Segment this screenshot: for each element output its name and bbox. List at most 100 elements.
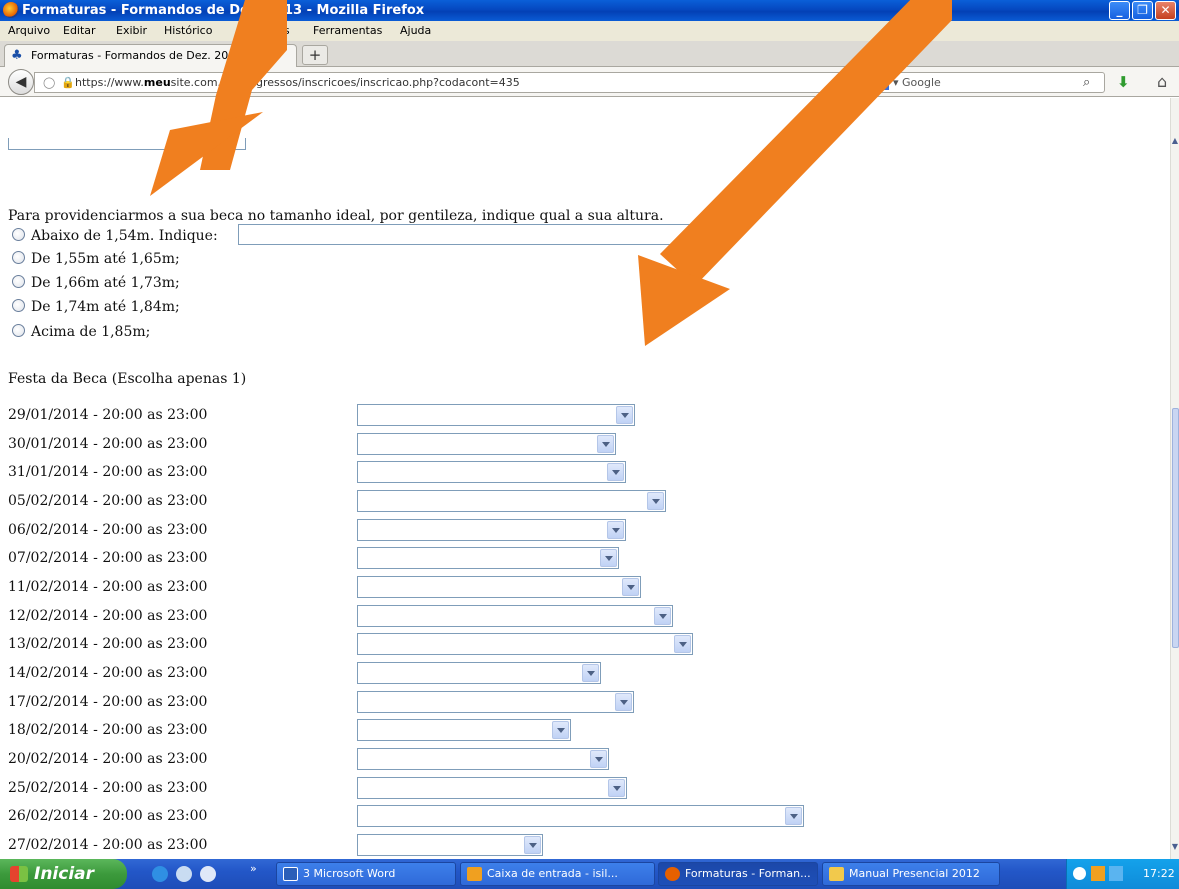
date-select[interactable] — [357, 519, 626, 541]
date-select[interactable] — [357, 404, 635, 426]
date-label: 27/02/2014 - 20:00 as 23:00 — [8, 837, 208, 853]
firefox-icon — [3, 2, 19, 18]
magnifier-icon[interactable]: ⌕ — [1083, 73, 1090, 92]
google-icon[interactable]: 8 — [874, 75, 889, 90]
navigation-bar: ◯ 🔒 https://www.meusite.com.br/congresso… — [0, 67, 1179, 97]
menu-exibir[interactable]: Exibir — [116, 21, 147, 41]
dropdown-arrow-icon[interactable] — [590, 750, 607, 768]
menu-historico[interactable]: Histórico — [164, 21, 212, 41]
home-icon[interactable]: ⌂ — [1157, 72, 1167, 91]
menu-editar[interactable]: Editar — [63, 21, 96, 41]
tab-formaturas[interactable]: ♣ Formaturas - Formandos de Dez. 2013 — [4, 44, 297, 68]
height-input[interactable] — [238, 224, 728, 245]
height-option-2[interactable]: De 1,55m até 1,65m; — [12, 251, 180, 271]
date-select[interactable] — [357, 691, 634, 713]
dropdown-arrow-icon[interactable] — [654, 607, 671, 625]
task-folder[interactable]: Manual Presencial 2012 — [822, 862, 1000, 886]
date-label: 14/02/2014 - 20:00 as 23:00 — [8, 665, 208, 681]
date-label: 29/01/2014 - 20:00 as 23:00 — [8, 407, 208, 423]
menu-arquivo[interactable]: Arquivo — [8, 21, 50, 41]
close-button[interactable]: ✕ — [1155, 1, 1176, 20]
date-select[interactable] — [357, 805, 804, 827]
height-option-5[interactable]: Acima de 1,85m; — [12, 324, 150, 344]
dropdown-arrow-icon[interactable] — [582, 664, 599, 682]
date-select[interactable] — [357, 719, 571, 741]
date-label: 30/01/2014 - 20:00 as 23:00 — [8, 436, 208, 452]
menu-bar: Arquivo Editar Exibir Histórico Favorito… — [0, 21, 1179, 41]
date-select[interactable] — [357, 748, 609, 770]
dropdown-arrow-icon[interactable] — [607, 463, 624, 481]
dropdown-arrow-icon[interactable] — [647, 492, 664, 510]
option-label: De 1,66m até 1,73m; — [31, 275, 180, 291]
height-option-3[interactable]: De 1,66m até 1,73m; — [12, 275, 180, 295]
url-bar[interactable]: ◯ 🔒 https://www.meusite.com.br/congresso… — [34, 72, 854, 93]
window-title: Formaturas - Formandos de Dez. 2013 - Mo… — [22, 3, 425, 18]
dropdown-arrow-icon[interactable] — [615, 693, 632, 711]
dropdown-arrow-icon[interactable] — [552, 721, 569, 739]
dropdown-arrow-icon[interactable] — [674, 635, 691, 653]
partial-text-field[interactable] — [8, 138, 246, 150]
date-select[interactable] — [357, 547, 619, 569]
radio-button[interactable] — [12, 275, 25, 288]
date-select[interactable] — [357, 576, 641, 598]
date-label: 06/02/2014 - 20:00 as 23:00 — [8, 522, 208, 538]
page-content: Para providenciarmos a sua beca no taman… — [0, 98, 1170, 859]
radio-button[interactable] — [12, 299, 25, 312]
word-icon — [283, 867, 298, 881]
back-button[interactable]: ◀ — [8, 69, 34, 95]
download-icon[interactable]: ⬇ — [1117, 73, 1130, 91]
date-select[interactable] — [357, 490, 666, 512]
tray-network-icon[interactable] — [1109, 866, 1123, 881]
date-label: 25/02/2014 - 20:00 as 23:00 — [8, 780, 208, 796]
height-option-1[interactable]: Abaixo de 1,54m. Indique: — [12, 228, 218, 248]
option-label: Acima de 1,85m; — [31, 324, 151, 340]
radio-button[interactable] — [12, 228, 25, 241]
quicklaunch-more[interactable]: » — [250, 862, 257, 875]
minimize-button[interactable]: _ — [1109, 1, 1130, 20]
date-select[interactable] — [357, 633, 693, 655]
radio-button[interactable] — [12, 251, 25, 264]
dropdown-arrow-icon[interactable] — [616, 406, 633, 424]
date-label: 18/02/2014 - 20:00 as 23:00 — [8, 722, 208, 738]
url-rest: site.com.br/congressos/inscricoes/inscri… — [170, 76, 520, 89]
date-select[interactable] — [357, 777, 627, 799]
search-bar[interactable]: 8 ▾ Google ⌕ — [870, 72, 1105, 93]
height-question: Para providenciarmos a sua beca no taman… — [8, 208, 664, 224]
scroll-up-icon[interactable]: ▲ — [1171, 136, 1179, 150]
menu-ajuda[interactable]: Ajuda — [400, 21, 431, 41]
ie-quicklaunch-icon[interactable] — [152, 866, 168, 882]
task-firefox[interactable]: Formaturas - Forman... — [658, 862, 818, 886]
date-select[interactable] — [357, 834, 543, 856]
menu-favoritos[interactable]: Favoritos — [240, 21, 290, 41]
date-select[interactable] — [357, 461, 626, 483]
tray-arrow-icon[interactable] — [1073, 867, 1086, 880]
tray-outlook-icon[interactable] — [1091, 866, 1105, 881]
scroll-thumb[interactable] — [1172, 408, 1179, 648]
date-select[interactable] — [357, 433, 616, 455]
dropdown-arrow-icon[interactable] — [597, 435, 614, 453]
dropdown-arrow-icon[interactable] — [607, 521, 624, 539]
new-tab-button[interactable]: + — [302, 45, 328, 65]
star-icon[interactable]: ☆ — [830, 73, 843, 92]
dropdown-arrow-icon[interactable] — [608, 779, 625, 797]
menu-ferramentas[interactable]: Ferramentas — [313, 21, 382, 41]
task-word[interactable]: 3 Microsoft Word — [276, 862, 456, 886]
date-select[interactable] — [357, 605, 673, 627]
restore-button[interactable]: ❐ — [1132, 1, 1153, 20]
dropdown-arrow-icon[interactable] — [622, 578, 639, 596]
url-host: meu — [143, 76, 171, 89]
height-option-4[interactable]: De 1,74m até 1,84m; — [12, 299, 180, 319]
start-button[interactable]: Iniciar — [0, 859, 127, 889]
media-quicklaunch-icon[interactable] — [200, 866, 216, 882]
dropdown-arrow-icon[interactable] — [600, 549, 617, 567]
vertical-scrollbar[interactable]: ▲ ▼ — [1170, 98, 1179, 859]
task-outlook[interactable]: Caixa de entrada - isil... — [460, 862, 655, 886]
dropdown-arrow-icon[interactable] — [785, 807, 802, 825]
date-select[interactable] — [357, 662, 601, 684]
scroll-down-icon[interactable]: ▼ — [1171, 842, 1179, 856]
shield-icon[interactable]: ◯ — [43, 73, 55, 92]
radio-button[interactable] — [12, 324, 25, 337]
explorer-quicklaunch-icon[interactable] — [176, 866, 192, 882]
firefox-icon — [665, 867, 680, 881]
dropdown-arrow-icon[interactable] — [524, 836, 541, 854]
